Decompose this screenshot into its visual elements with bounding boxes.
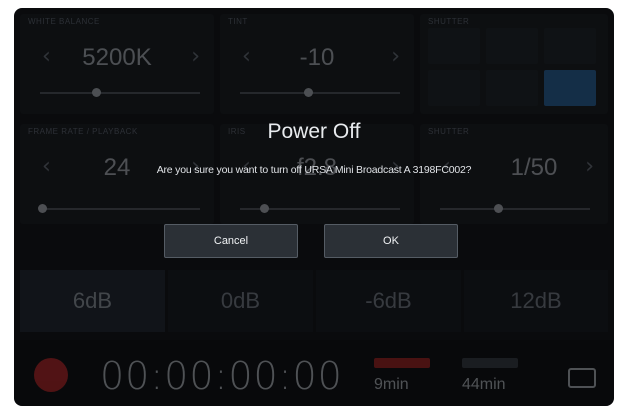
ok-button[interactable]: OK	[324, 224, 458, 258]
power-off-dialog: Power Off Are you sure you want to turn …	[14, 8, 614, 406]
camera-touchscreen: WHITE BALANCE ‹ 5200K › TINT ‹ -10 › SHU…	[14, 8, 614, 406]
cancel-button[interactable]: Cancel	[164, 224, 298, 258]
dialog-title: Power Off	[267, 120, 361, 143]
dialog-message: Are you sure you want to turn off URSA M…	[156, 164, 472, 176]
